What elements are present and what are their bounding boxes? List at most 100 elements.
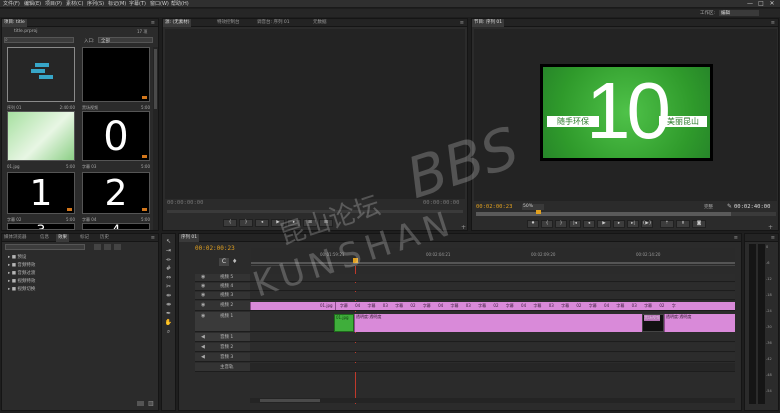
rolling-edit-tool-icon[interactable]: # xyxy=(164,265,173,273)
tree-item-video-transitions[interactable]: ▸ ■ 视频切换 xyxy=(8,287,35,293)
workspace-select[interactable]: 编辑 xyxy=(719,10,759,16)
clip-v1-black[interactable]: 黑场视频 xyxy=(642,314,664,332)
timeline-timecode[interactable]: 00:02:00:23 xyxy=(195,245,235,252)
tab-effect-controls[interactable]: 特效控制台 xyxy=(215,19,242,27)
tree-item-audio-transitions[interactable]: ▸ ■ 音频过渡 xyxy=(8,271,35,277)
marker-icon[interactable]: ♦ xyxy=(232,258,237,265)
snap-icon[interactable]: C xyxy=(219,258,229,266)
zoom-tool-icon[interactable]: ⌕ xyxy=(164,328,173,336)
step-forward-button[interactable]: ▸ xyxy=(287,219,301,227)
tab-history[interactable]: 历史 xyxy=(98,234,111,242)
track-header-video-4[interactable]: ◉ 视频 4 xyxy=(195,283,250,291)
eye-icon[interactable]: ◉ xyxy=(201,302,205,308)
project-scrollbar[interactable] xyxy=(153,47,158,230)
menu-marker[interactable]: 标记(M) xyxy=(108,0,126,8)
menu-window[interactable]: 窗口(W) xyxy=(150,0,169,8)
panel-menu-icon[interactable]: ≡ xyxy=(460,19,464,27)
menu-project[interactable]: 项目(P) xyxy=(45,0,62,8)
track-header-audio-2[interactable]: ◀ 音频 2 xyxy=(195,343,250,352)
playhead-handle[interactable] xyxy=(353,258,358,263)
eye-icon[interactable]: ◉ xyxy=(201,292,205,298)
track-header-video-1[interactable]: ◉ 视频 1 xyxy=(195,312,250,332)
overlay-button[interactable]: ⊟ xyxy=(319,219,333,227)
delete-icon[interactable]: ▥ xyxy=(148,400,154,407)
play-button[interactable]: ▶ xyxy=(597,220,611,228)
menu-file[interactable]: 文件(F) xyxy=(3,0,20,8)
track-video-3[interactable] xyxy=(250,292,735,300)
speaker-icon[interactable]: ◀ xyxy=(201,334,205,340)
mark-in-button[interactable]: { xyxy=(223,219,237,227)
step-forward-button[interactable]: ▸ xyxy=(613,220,625,228)
selection-tool-icon[interactable]: ↖ xyxy=(164,238,173,246)
add-icon[interactable]: + xyxy=(768,224,773,231)
track-audio-3[interactable] xyxy=(250,353,735,362)
close-button[interactable]: ✕ xyxy=(767,0,777,8)
time-ruler[interactable]: 00:01:59:21 00:02:04:21 00:02:09:20 00:0… xyxy=(251,248,735,266)
work-area-bar[interactable] xyxy=(251,262,735,264)
speaker-icon[interactable]: ◀ xyxy=(201,354,205,360)
maximize-button[interactable]: □ xyxy=(756,0,766,8)
insert-button[interactable]: ⊞ xyxy=(303,219,317,227)
thumb-image-01[interactable] xyxy=(7,111,75,161)
thumb-title-02[interactable]: 1 xyxy=(7,172,75,214)
add-icon[interactable]: + xyxy=(461,224,466,231)
hand-tool-icon[interactable]: ✋ xyxy=(164,319,173,327)
tab-metadata[interactable]: 元数据 xyxy=(311,19,329,27)
menu-edit[interactable]: 编辑(E) xyxy=(24,0,41,8)
clip-v1-title-2[interactable]: 透明度:透明度 xyxy=(664,314,735,332)
marker-button[interactable]: ♦ xyxy=(527,220,539,228)
thumb-sequence[interactable] xyxy=(7,47,75,102)
panel-menu-icon[interactable]: ≡ xyxy=(151,19,155,27)
razor-tool-icon[interactable]: ✂ xyxy=(164,283,173,291)
track-video-5[interactable] xyxy=(250,274,735,282)
eye-icon[interactable]: ◉ xyxy=(201,313,205,319)
panel-menu-icon[interactable]: ≡ xyxy=(734,234,738,242)
track-header-audio-3[interactable]: ◀ 音频 3 xyxy=(195,353,250,362)
menu-title[interactable]: 字幕(T) xyxy=(129,0,146,8)
tab-project[interactable]: 项目: title xyxy=(2,19,27,27)
go-to-out-button[interactable]: ▸| xyxy=(627,220,639,228)
rate-stretch-tool-icon[interactable]: ⇔ xyxy=(164,274,173,282)
speaker-icon[interactable]: ◀ xyxy=(201,344,205,350)
track-select-tool-icon[interactable]: ⇥ xyxy=(164,247,173,255)
step-back-button[interactable]: ◂ xyxy=(583,220,595,228)
tab-effects[interactable]: 效果 xyxy=(56,234,69,242)
mark-out-button[interactable]: } xyxy=(239,219,253,227)
minimize-button[interactable]: — xyxy=(745,0,755,8)
slip-tool-icon[interactable]: ⇹ xyxy=(164,292,173,300)
tab-program[interactable]: 节目: 序列 01 xyxy=(472,19,505,27)
tab-markers[interactable]: 标记 xyxy=(78,234,91,242)
32bit-icon[interactable] xyxy=(104,244,111,250)
new-folder-icon[interactable] xyxy=(137,401,144,406)
thumb-title-partial[interactable]: 4 xyxy=(82,223,150,230)
panel-menu-icon[interactable]: ≡ xyxy=(151,234,155,242)
thumb-title-04[interactable]: 2 xyxy=(82,172,150,214)
eye-icon[interactable]: ◉ xyxy=(201,283,205,289)
export-frame-button[interactable]: ◙ xyxy=(692,220,706,228)
play-in-to-out-button[interactable]: {▶} xyxy=(641,220,653,228)
program-scrubber[interactable] xyxy=(476,210,776,216)
tree-item-presets[interactable]: ▸ ■ 预设 xyxy=(8,255,26,261)
eye-icon[interactable]: ◉ xyxy=(201,274,205,280)
play-button[interactable]: ▶ xyxy=(271,219,285,227)
tab-audio-mixer[interactable]: 调音台: 序列 01 xyxy=(255,19,292,27)
thumb-title-partial[interactable]: 3 xyxy=(7,223,75,230)
track-audio-2[interactable] xyxy=(250,343,735,352)
menu-clip[interactable]: 素材(C) xyxy=(66,0,83,8)
panel-menu-icon[interactable]: ≡ xyxy=(771,234,775,242)
go-to-in-button[interactable]: |◂ xyxy=(569,220,581,228)
track-header-audio-1[interactable]: ◀ 音频 1 xyxy=(195,333,250,342)
lift-button[interactable]: ⇡ xyxy=(660,220,674,228)
pen-tool-icon[interactable]: ✒ xyxy=(164,310,173,318)
track-master[interactable] xyxy=(250,363,735,372)
extract-button[interactable]: ⇞ xyxy=(676,220,690,228)
yuv-icon[interactable] xyxy=(114,244,121,250)
project-search-input[interactable] xyxy=(4,37,74,43)
scrollbar-thumb[interactable] xyxy=(260,399,320,402)
quality-select[interactable]: 完整 xyxy=(704,204,713,210)
thumb-black-video[interactable] xyxy=(82,47,150,102)
panel-menu-icon[interactable]: ≡ xyxy=(771,19,775,27)
mark-in-button[interactable]: { xyxy=(541,220,553,228)
mark-out-button[interactable]: } xyxy=(555,220,567,228)
wrench-icon[interactable]: ✎ xyxy=(727,203,732,210)
